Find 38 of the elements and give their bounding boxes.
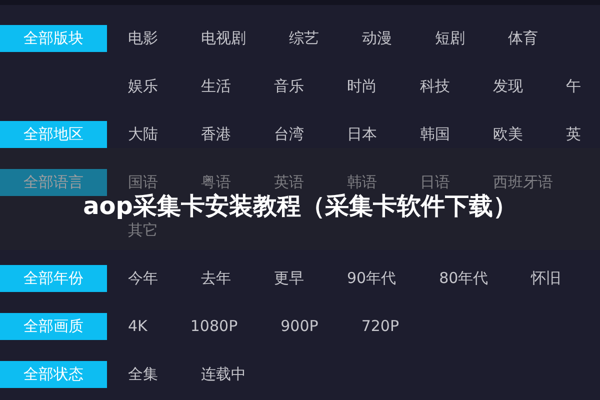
article-title: aop采集卡安装教程（采集卡软件下载） [83,194,517,218]
filter-option[interactable]: 怀旧 [531,264,562,292]
filter-option[interactable]: 韩语 [347,168,377,196]
filter-option[interactable]: 生活 [201,72,231,100]
filter-option[interactable]: 900P [280,313,318,339]
filter-option[interactable]: 电影 [128,24,158,52]
filter-option[interactable]: 1080P [190,313,238,339]
filter-option[interactable]: 4K [128,313,148,339]
filter-option[interactable]: 时尚 [347,72,377,100]
filter-option[interactable]: 80年代 [439,264,488,292]
filter-option[interactable]: 香港 [201,120,231,148]
filter-option[interactable]: 连载中 [201,360,246,388]
filter-option[interactable]: 英语 [274,168,304,196]
filter-option[interactable]: 娱乐 [128,72,158,100]
filter-option[interactable]: 音乐 [274,72,304,100]
filter-option[interactable]: 大陆 [128,120,158,148]
filter-option[interactable]: 科技 [420,72,450,100]
filter-option[interactable]: 体育 [508,24,538,52]
filter-option[interactable]: 其它 [128,216,158,244]
filter-option[interactable]: 更早 [274,264,304,292]
filter-option[interactable]: 英 [566,120,581,148]
filter-option[interactable]: 日本 [347,120,377,148]
filter-option[interactable]: 日语 [420,168,450,196]
filter-option[interactable]: 电视剧 [201,24,246,52]
filter-option[interactable]: 今年 [128,264,158,292]
filter-option[interactable]: 欧美 [493,120,523,148]
filter-option[interactable]: 台湾 [274,120,304,148]
filter-option[interactable]: 全集 [128,360,158,388]
filter-option[interactable]: 90年代 [347,264,396,292]
filter-option[interactable]: 720P [361,313,399,339]
filter-option[interactable]: 去年 [201,264,231,292]
filter-option[interactable]: 午 [566,72,581,100]
filter-option[interactable]: 综艺 [289,24,319,52]
filter-option[interactable]: 短剧 [435,24,465,52]
filter-option[interactable]: 发现 [493,72,523,100]
filter-option[interactable]: 西班牙语 [493,168,553,196]
filter-option[interactable]: 动漫 [362,24,392,52]
filter-option[interactable]: 韩国 [420,120,450,148]
